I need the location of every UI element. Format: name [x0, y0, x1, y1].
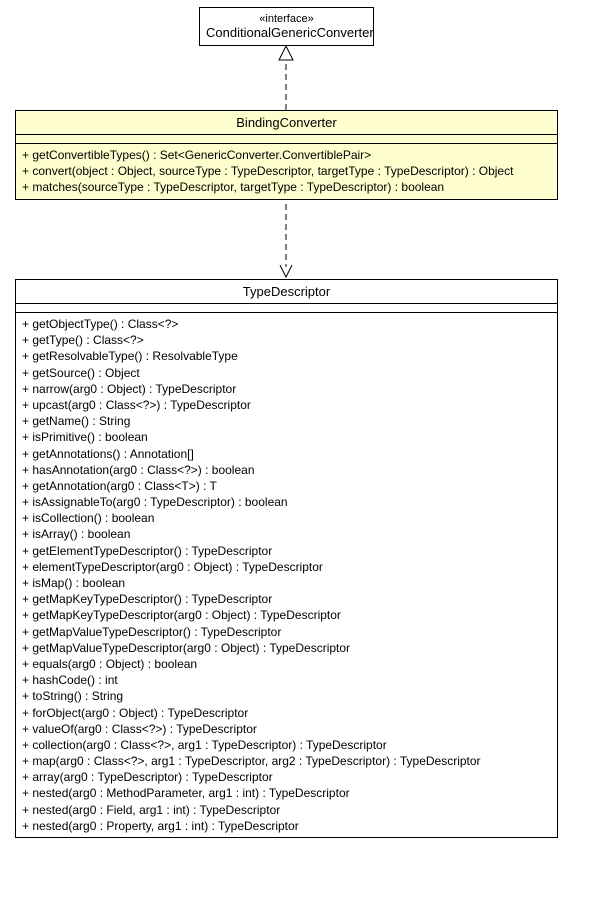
operation: + forObject(arg0 : Object) : TypeDescrip…	[22, 705, 551, 721]
operation: + elementTypeDescriptor(arg0 : Object) :…	[22, 559, 551, 575]
operation: + isAssignableTo(arg0 : TypeDescriptor) …	[22, 494, 551, 510]
type-descriptor-operations: + getObjectType() : Class<?>+ getType() …	[16, 313, 557, 837]
binding-converter-operations: + getConvertibleTypes() : Set<GenericCon…	[16, 144, 557, 199]
operation: + isCollection() : boolean	[22, 510, 551, 526]
binding-converter-attributes	[16, 135, 557, 144]
type-descriptor-title: TypeDescriptor	[16, 280, 557, 304]
binding-converter-box: BindingConverter + getConvertibleTypes()…	[15, 110, 558, 200]
operation: + getAnnotations() : Annotation[]	[22, 446, 551, 462]
operation: + nested(arg0 : MethodParameter, arg1 : …	[22, 785, 551, 801]
interface-box: «interface» ConditionalGenericConverter	[199, 7, 374, 46]
operation: + narrow(arg0 : Object) : TypeDescriptor	[22, 381, 551, 397]
operation: + equals(arg0 : Object) : boolean	[22, 656, 551, 672]
operation: + getType() : Class<?>	[22, 332, 551, 348]
operation: + upcast(arg0 : Class<?>) : TypeDescript…	[22, 397, 551, 413]
type-descriptor-box: TypeDescriptor + getObjectType() : Class…	[15, 279, 558, 838]
operation: + collection(arg0 : Class<?>, arg1 : Typ…	[22, 737, 551, 753]
operation: + getMapValueTypeDescriptor(arg0 : Objec…	[22, 640, 551, 656]
binding-converter-title: BindingConverter	[16, 111, 557, 135]
operation: + getMapKeyTypeDescriptor() : TypeDescri…	[22, 591, 551, 607]
operation: + getMapKeyTypeDescriptor(arg0 : Object)…	[22, 607, 551, 623]
operation: + isMap() : boolean	[22, 575, 551, 591]
operation: + getMapValueTypeDescriptor() : TypeDesc…	[22, 624, 551, 640]
interface-stereotype: «interface»	[206, 13, 367, 25]
realization-arrowhead	[279, 46, 293, 60]
operation: + isArray() : boolean	[22, 526, 551, 542]
binding-converter-name: BindingConverter	[24, 115, 549, 130]
operation: + map(arg0 : Class<?>, arg1 : TypeDescri…	[22, 753, 551, 769]
operation: + getSource() : Object	[22, 365, 551, 381]
operation: + valueOf(arg0 : Class<?>) : TypeDescrip…	[22, 721, 551, 737]
operation: + isPrimitive() : boolean	[22, 429, 551, 445]
interface-name: ConditionalGenericConverter	[206, 25, 367, 40]
operation: + getObjectType() : Class<?>	[22, 316, 551, 332]
operation: + getConvertibleTypes() : Set<GenericCon…	[22, 147, 551, 163]
operation: + array(arg0 : TypeDescriptor) : TypeDes…	[22, 769, 551, 785]
operation: + matches(sourceType : TypeDescriptor, t…	[22, 179, 551, 195]
operation: + getElementTypeDescriptor() : TypeDescr…	[22, 543, 551, 559]
operation: + getName() : String	[22, 413, 551, 429]
operation: + hasAnnotation(arg0 : Class<?>) : boole…	[22, 462, 551, 478]
operation: + getResolvableType() : ResolvableType	[22, 348, 551, 364]
operation: + hashCode() : int	[22, 672, 551, 688]
operation: + nested(arg0 : Field, arg1 : int) : Typ…	[22, 802, 551, 818]
operation: + convert(object : Object, sourceType : …	[22, 163, 551, 179]
operation: + getAnnotation(arg0 : Class<T>) : T	[22, 478, 551, 494]
operation: + nested(arg0 : Property, arg1 : int) : …	[22, 818, 551, 834]
interface-title: «interface» ConditionalGenericConverter	[200, 8, 373, 45]
type-descriptor-attributes	[16, 304, 557, 313]
type-descriptor-name: TypeDescriptor	[24, 284, 549, 299]
dependency-arrowhead	[280, 265, 292, 277]
operation: + toString() : String	[22, 688, 551, 704]
